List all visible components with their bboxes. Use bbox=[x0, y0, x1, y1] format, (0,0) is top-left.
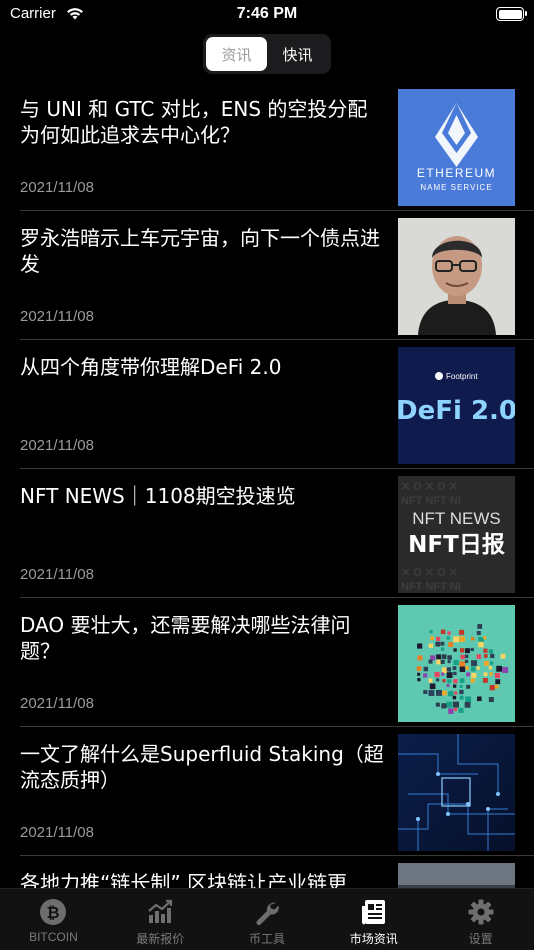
news-title: 各地力推“链长制” 区块链让产业链更 bbox=[20, 871, 348, 888]
tab-bitcoin[interactable]: ₿ BITCOIN bbox=[0, 889, 107, 950]
svg-text:✕ O ✕ O ✕: ✕ O ✕ O ✕ bbox=[401, 567, 458, 579]
tab-label: 最新报价 bbox=[136, 932, 185, 946]
news-item[interactable]: 一文了解什么是Superfluid Staking（超流态质押） 2021/11… bbox=[0, 727, 534, 856]
tab-label: 设置 bbox=[468, 932, 493, 946]
tab-label: 市场资讯 bbox=[349, 932, 398, 946]
wrench-icon bbox=[252, 897, 282, 927]
news-date: 2021/11/08 bbox=[20, 308, 94, 325]
news-thumbnail-defi: Footprint DeFi 2.0 bbox=[398, 347, 515, 464]
news-thumbnail-circuit bbox=[398, 734, 515, 851]
news-item[interactable]: 与 UNI 和 GTC 对比，ENS 的空投分配为何如此追求去中心化？ 2021… bbox=[0, 82, 534, 211]
news-item[interactable]: NFT NEWS｜1108期空投速览 2021/11/08 ✕ O ✕ O ✕ … bbox=[0, 469, 534, 598]
news-thumbnail-dao bbox=[398, 605, 515, 722]
newspaper-icon bbox=[359, 897, 389, 927]
bitcoin-icon: ₿ bbox=[38, 897, 68, 927]
svg-text:NFT NFT NI: NFT NFT NI bbox=[401, 581, 461, 593]
news-item[interactable]: 从四个角度带你理解DeFi 2.0 2021/11/08 Footprint D… bbox=[0, 340, 534, 469]
battery-icon bbox=[496, 7, 527, 21]
segment-news[interactable]: 资讯 bbox=[206, 37, 267, 71]
ens-logo-line2: NAME SERVICE bbox=[420, 183, 492, 192]
news-title: 一文了解什么是Superfluid Staking（超流态质押） bbox=[20, 742, 384, 792]
news-item[interactable]: 罗永浩暗示上车元宇宙，向下一个债点进发 2021/11/08 bbox=[0, 211, 534, 340]
svg-text:✕ O ✕ O ✕: ✕ O ✕ O ✕ bbox=[401, 481, 458, 493]
news-title: NFT NEWS｜1108期空投速览 bbox=[20, 484, 296, 508]
news-thumbnail-partial bbox=[398, 863, 515, 888]
news-title: DAO 要壮大，还需要解决哪些法律问题？ bbox=[20, 613, 351, 663]
nft-line1: NFT NEWS bbox=[412, 509, 500, 528]
news-list: 与 UNI 和 GTC 对比，ENS 的空投分配为何如此追求去中心化？ 2021… bbox=[0, 82, 534, 888]
news-date: 2021/11/08 bbox=[20, 437, 94, 454]
footprint-brand: Footprint bbox=[446, 372, 478, 381]
tab-latest-quotes[interactable]: 最新报价 bbox=[107, 889, 214, 950]
tab-label: BITCOIN bbox=[29, 930, 78, 944]
news-date: 2021/11/08 bbox=[20, 566, 94, 583]
tab-bar: ₿ BITCOIN 最新报价 币工具 市场资讯 设置 bbox=[0, 888, 534, 950]
tab-label: 币工具 bbox=[248, 932, 285, 946]
segmented-control: 资讯 快讯 bbox=[203, 34, 331, 74]
segment-flash[interactable]: 快讯 bbox=[267, 37, 328, 71]
tab-coin-tools[interactable]: 币工具 bbox=[214, 889, 321, 950]
news-title: 从四个角度带你理解DeFi 2.0 bbox=[20, 355, 282, 379]
status-bar: Carrier 7:46 PM bbox=[0, 0, 534, 28]
news-title: 罗永浩暗示上车元宇宙，向下一个债点进发 bbox=[20, 226, 380, 276]
nft-line2: NFT日报 bbox=[408, 532, 505, 558]
svg-text:NFT NFT NI: NFT NFT NI bbox=[401, 495, 461, 507]
tab-settings[interactable]: 设置 bbox=[427, 889, 534, 950]
news-date: 2021/11/08 bbox=[20, 695, 94, 712]
defi-headline: DeFi 2.0 bbox=[398, 396, 515, 426]
news-item[interactable]: DAO 要壮大，还需要解决哪些法律问题？ 2021/11/08 bbox=[0, 598, 534, 727]
tab-market-news[interactable]: 市场资讯 bbox=[320, 889, 427, 950]
chart-icon bbox=[145, 897, 175, 927]
clock: 7:46 PM bbox=[236, 5, 298, 22]
news-date: 2021/11/08 bbox=[20, 179, 94, 196]
ens-logo-line1: ETHEREUM bbox=[417, 166, 496, 180]
news-thumbnail-nft: ✕ O ✕ O ✕ NFT NFT NI ✕ O ✕ O ✕ NFT NFT N… bbox=[398, 476, 515, 593]
news-item[interactable]: 各地力推“链长制” 区块链让产业链更 bbox=[0, 856, 534, 888]
svg-text:₿: ₿ bbox=[47, 903, 60, 922]
news-date: 2021/11/08 bbox=[20, 824, 94, 841]
news-title: 与 UNI 和 GTC 对比，ENS 的空投分配为何如此追求去中心化？ bbox=[20, 97, 368, 147]
news-thumbnail-portrait bbox=[398, 218, 515, 335]
news-thumbnail-ens: ETHEREUM NAME SERVICE bbox=[398, 89, 515, 206]
gear-icon bbox=[466, 897, 496, 927]
